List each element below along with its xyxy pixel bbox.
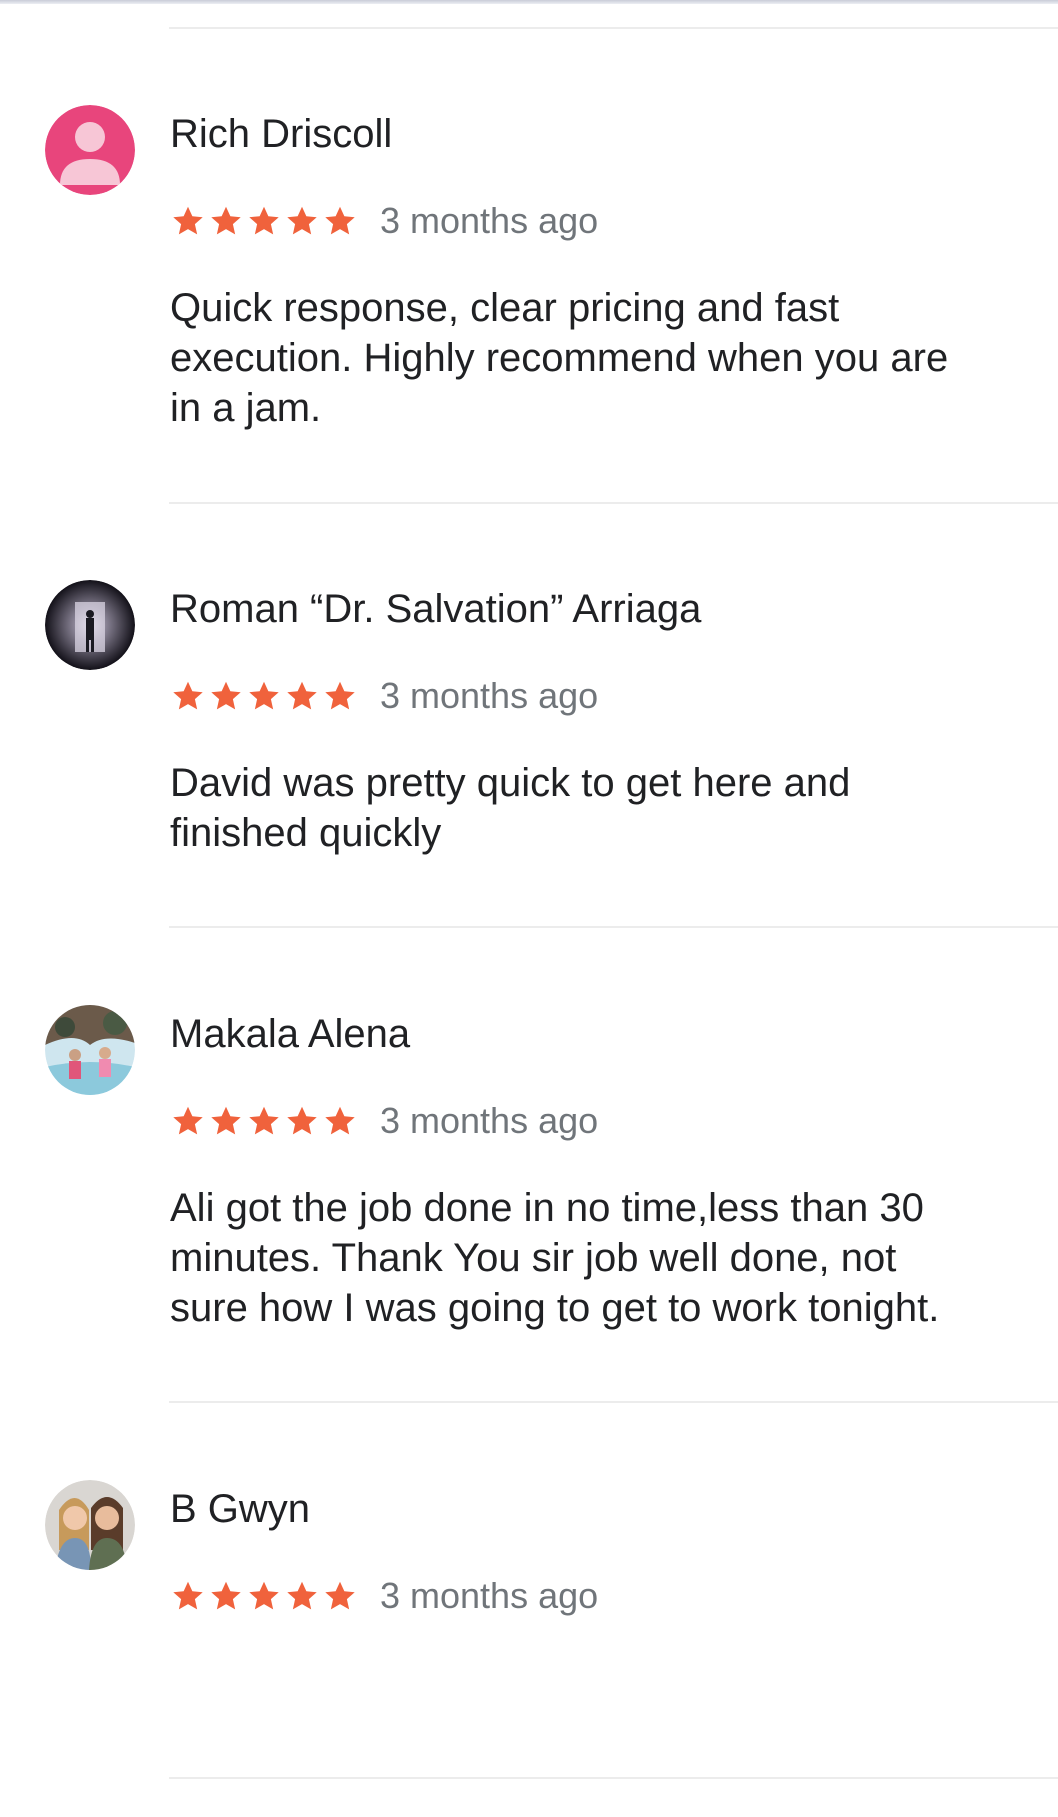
star-icon <box>284 1103 320 1139</box>
divider <box>169 27 1058 29</box>
top-scroll-edge <box>0 0 1058 4</box>
star-icon <box>246 678 282 714</box>
tunnel-silhouette-photo <box>45 580 135 670</box>
star-icon <box>170 678 206 714</box>
star-rating <box>170 678 358 714</box>
divider <box>169 1401 1058 1403</box>
rating-row: 3 months ago <box>170 1097 598 1145</box>
default-person-icon <box>45 105 135 195</box>
reviewer-name[interactable]: Makala Alena <box>170 1008 410 1060</box>
rating-row: 3 months ago <box>170 1572 598 1620</box>
divider <box>169 926 1058 928</box>
review-time: 3 months ago <box>380 200 599 241</box>
star-rating <box>170 203 358 239</box>
rating-row: 3 months ago <box>170 197 598 245</box>
star-icon <box>170 203 206 239</box>
star-icon <box>246 1103 282 1139</box>
star-rating <box>170 1578 358 1614</box>
review-text: Quick response, clear pricing and fast e… <box>170 286 949 430</box>
avatar[interactable] <box>45 1480 135 1570</box>
star-icon <box>208 1578 244 1614</box>
star-icon <box>322 203 358 239</box>
star-icon <box>170 1578 206 1614</box>
star-icon <box>208 203 244 239</box>
avatar[interactable] <box>45 1005 135 1095</box>
star-icon <box>246 1578 282 1614</box>
star-icon <box>322 1103 358 1139</box>
star-icon <box>246 203 282 239</box>
avatar[interactable] <box>45 105 135 195</box>
review-time: 3 months ago <box>380 1100 599 1141</box>
avatar[interactable] <box>45 580 135 670</box>
reviewer-name[interactable]: B Gwyn <box>170 1483 310 1535</box>
star-icon <box>284 678 320 714</box>
star-icon <box>208 678 244 714</box>
star-icon <box>208 1103 244 1139</box>
two-people-photo <box>45 1480 135 1570</box>
rating-row: 3 months ago <box>170 672 598 720</box>
reviewer-name[interactable]: Roman “Dr. Salvation” Arriaga <box>170 583 701 635</box>
divider <box>169 502 1058 504</box>
star-icon <box>284 203 320 239</box>
review-text: Ali got the job done in no time,less tha… <box>170 1186 940 1330</box>
review-time: 3 months ago <box>380 1575 599 1616</box>
star-icon <box>170 1103 206 1139</box>
review-time: 3 months ago <box>380 675 599 716</box>
reviewer-name[interactable]: Rich Driscoll <box>170 108 392 160</box>
star-icon <box>284 1578 320 1614</box>
star-rating <box>170 1103 358 1139</box>
water-play-photo <box>45 1005 135 1095</box>
star-icon <box>322 1578 358 1614</box>
star-icon <box>322 678 358 714</box>
review-text: David was pretty quick to get here and f… <box>170 761 851 855</box>
divider <box>169 1777 1058 1779</box>
